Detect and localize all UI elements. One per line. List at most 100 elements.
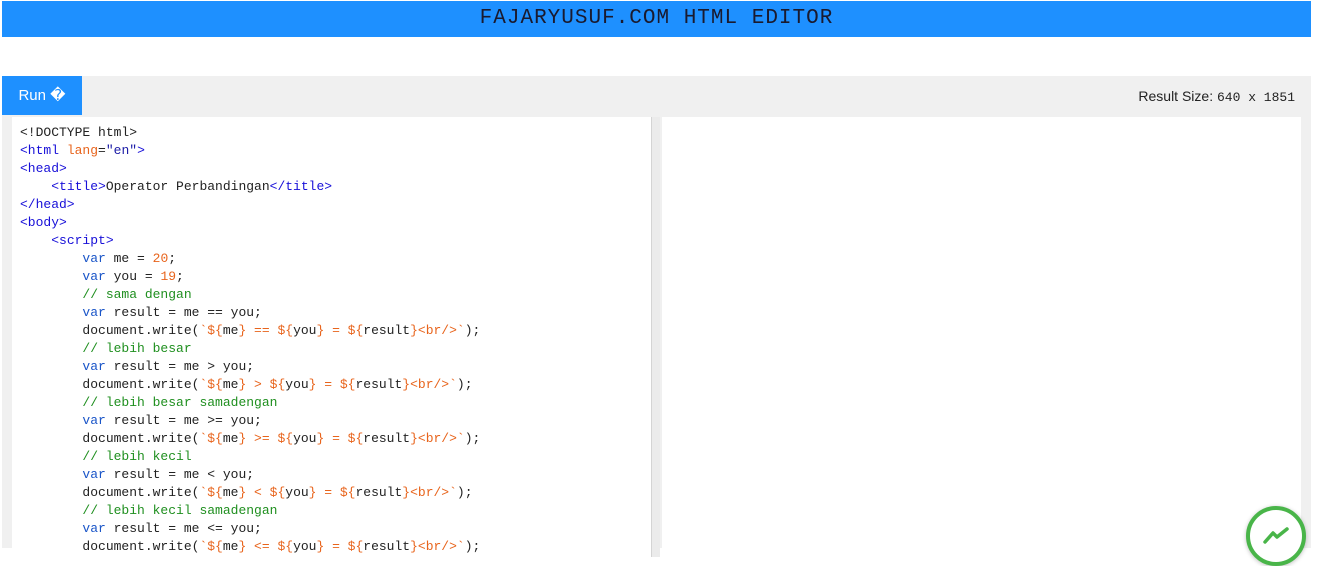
code-token: me [222, 323, 239, 338]
code-token: <head> [20, 161, 67, 176]
code-token: result = me > you; [105, 359, 255, 374]
code-token: `${ [199, 539, 223, 554]
code-token: you [285, 377, 309, 392]
code-token: }<br/>` [410, 323, 465, 338]
code-token: `${ [199, 377, 223, 392]
code-line: var me = 20; [20, 250, 480, 268]
code-token: 19 [160, 269, 177, 284]
code-token: result [363, 323, 411, 338]
code-token: } = ${ [308, 485, 356, 500]
code-token: <script> [51, 233, 114, 248]
code-token: me [222, 539, 239, 554]
code-line: var result = me < you; [20, 466, 480, 484]
code-token: me = [105, 251, 153, 266]
code-line: var result = me == you; [20, 304, 480, 322]
run-button[interactable]: Run � [2, 76, 82, 115]
code-token: result = me <= you; [105, 521, 262, 536]
code-editor[interactable]: <!DOCTYPE html> <html lang="en"> <head> <t… [12, 117, 653, 557]
code-line: <head> [20, 160, 480, 178]
code-token: document.write( [20, 539, 200, 554]
code-token: <body> [20, 215, 67, 230]
pane-divider[interactable] [652, 117, 660, 557]
code-token: }<br/>` [410, 431, 465, 446]
code-token: = [98, 143, 106, 158]
code-line: document.write(`${me} >= ${you} = ${resu… [20, 430, 480, 448]
result-pane [662, 117, 1301, 557]
code-line: document.write(`${me} <= ${you} = ${resu… [20, 538, 480, 556]
code-line: var result = me > you; [20, 358, 480, 376]
code-token: ; [168, 251, 177, 266]
code-line: document.write(`${me} > ${you} = ${resul… [20, 376, 480, 394]
code-token: result [363, 539, 411, 554]
code-token: var [82, 251, 106, 266]
code-line: <!DOCTYPE html> [20, 124, 480, 142]
code-line: <title>Operator Perbandingan</title> [20, 178, 480, 196]
code-line: var result = me <= you; [20, 520, 480, 538]
code-token: var [82, 521, 106, 536]
code-token: } == ${ [238, 323, 294, 338]
code-token: 20 [152, 251, 169, 266]
code-token: }<br/>` [402, 485, 457, 500]
code-line: // lebih kecil [20, 448, 480, 466]
result-size: Result Size: 640 x 1851 [1138, 76, 1295, 115]
code-token: } > ${ [238, 377, 286, 392]
code-token: result = me == you; [105, 305, 262, 320]
code-token: result [363, 431, 411, 446]
code-token: > [137, 143, 145, 158]
code-token: var [82, 467, 106, 482]
code-token: me [222, 377, 239, 392]
code-token: </head> [20, 197, 75, 212]
code-token: var [82, 305, 106, 320]
code-line: <html lang="en"> [20, 142, 480, 160]
code-line: // lebih kecil samadengan [20, 502, 480, 520]
code-token: ); [464, 539, 481, 554]
code-line: // lebih besar [20, 340, 480, 358]
code-token: result [355, 485, 403, 500]
code-token: } = ${ [316, 323, 364, 338]
code-line: document.write(`${me} == ${you} = ${resu… [20, 322, 480, 340]
page-title: FAJARYUSUF.COM HTML EDITOR [2, 1, 1311, 37]
code-token: `${ [199, 323, 223, 338]
code-token: // lebih besar samadengan [82, 395, 278, 410]
code-token: ); [456, 485, 473, 500]
code-token: lang [66, 143, 99, 158]
code-token: <title> [51, 179, 106, 194]
code-token: "en" [105, 143, 138, 158]
code-line: document.write(`${me} < ${you} = ${resul… [20, 484, 480, 502]
code-token: // sama dengan [82, 287, 192, 302]
code-token: me [222, 431, 239, 446]
code-token: var [82, 359, 106, 374]
code-token: <html [20, 143, 67, 158]
code-line: // lebih besar samadengan [20, 394, 480, 412]
messenger-icon[interactable] [1246, 506, 1306, 566]
code-line: // sama dengan [20, 286, 480, 304]
code-text[interactable]: <!DOCTYPE html> <html lang="en"> <head> <t… [20, 124, 480, 556]
toolbar: Run � Result Size: 640 x 1851 [2, 76, 1311, 115]
code-token: you [293, 323, 317, 338]
code-token: } <= ${ [238, 539, 294, 554]
code-token: var [82, 413, 106, 428]
code-token: `${ [199, 431, 223, 446]
code-token: ); [464, 431, 481, 446]
code-token: you [293, 431, 317, 446]
code-token: } < ${ [238, 485, 286, 500]
code-token: </title> [269, 179, 333, 194]
code-token: `${ [199, 485, 223, 500]
code-token: document.write( [20, 377, 200, 392]
code-token: result = me >= you; [105, 413, 262, 428]
code-token: result = me < you; [105, 467, 255, 482]
code-line: var you = 19; [20, 268, 480, 286]
code-token: ); [464, 323, 481, 338]
messenger-glyph [1263, 527, 1289, 544]
